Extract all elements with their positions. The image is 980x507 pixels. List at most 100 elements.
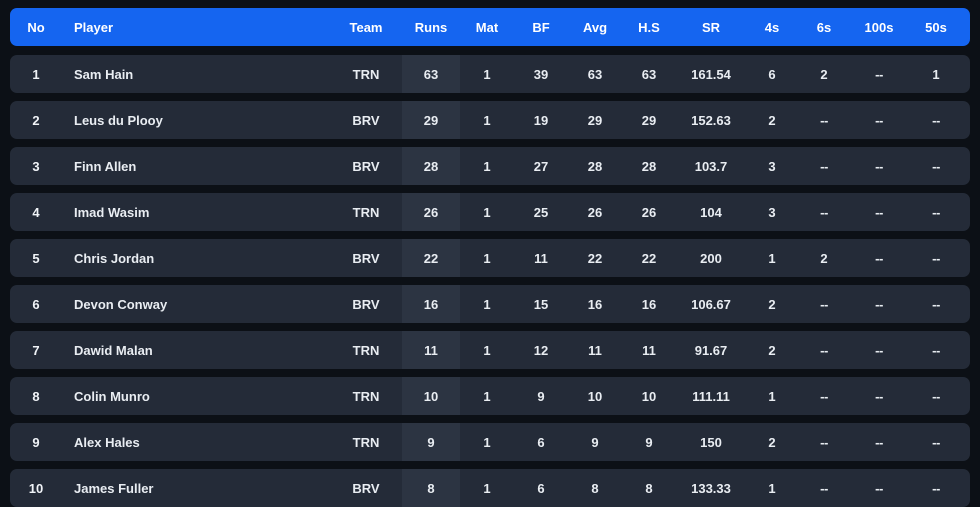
cell-avg: 22 (587, 250, 603, 266)
cell-player[interactable]: Alex Hales (62, 423, 330, 461)
cell-team[interactable]: TRN (330, 193, 402, 231)
cell-no: 4 (32, 204, 40, 220)
cell-sr: 91.67 (694, 342, 728, 358)
cell-no: 10 (28, 480, 44, 496)
column-header-bf[interactable]: BF (514, 8, 568, 46)
cell-hundreds: -- (875, 342, 883, 358)
table-row[interactable]: 4 Imad Wasim TRN 26 1 25 26 26 104 3 -- -- -- (10, 193, 970, 231)
column-header-hs[interactable]: H.S (622, 8, 676, 46)
cell-avg: 9 (591, 434, 599, 450)
cell-sixes: -- (820, 112, 828, 128)
cell-fifties: 1 (932, 66, 940, 82)
cell-bf: 11 (534, 250, 548, 266)
cell-sr: 111.11 (692, 388, 730, 404)
cell-player[interactable]: Devon Conway (62, 285, 330, 323)
table-row[interactable]: 5 Chris Jordan BRV 22 1 11 22 22 200 1 2 -- -- (10, 239, 970, 277)
column-header-fifties[interactable]: 50s (908, 8, 964, 46)
cell-sr: 106.67 (691, 296, 731, 312)
column-header-no[interactable]: No (10, 8, 62, 46)
cell-team[interactable]: BRV (330, 147, 402, 185)
cell-hs: 29 (641, 112, 657, 128)
cell-team[interactable]: BRV (330, 101, 402, 139)
column-header-sr[interactable]: SR (676, 8, 746, 46)
column-header-runs[interactable]: Runs (402, 8, 460, 46)
cell-team[interactable]: TRN (330, 423, 402, 461)
cell-bf: 9 (537, 388, 545, 404)
cell-hundreds: -- (875, 158, 883, 174)
cell-hs: 11 (642, 342, 656, 358)
column-header-fours[interactable]: 4s (746, 8, 798, 46)
cell-sr: 133.33 (691, 480, 731, 496)
cell-mat: 1 (483, 480, 491, 496)
cell-player[interactable]: Finn Allen (62, 147, 330, 185)
cell-team[interactable]: BRV (330, 239, 402, 277)
cell-hs: 26 (641, 204, 657, 220)
cell-sixes: -- (820, 204, 828, 220)
cell-no: 7 (32, 342, 40, 358)
cell-fifties: -- (932, 480, 940, 496)
cell-bf: 12 (533, 342, 549, 358)
cell-fours: 6 (768, 66, 776, 82)
cell-sixes: 2 (820, 250, 828, 266)
cell-no: 6 (32, 296, 40, 312)
cell-sr: 104 (700, 204, 722, 220)
cell-mat: 1 (483, 158, 491, 174)
cell-bf: 39 (533, 66, 549, 82)
cell-bf: 6 (537, 434, 545, 450)
cell-player[interactable]: James Fuller (62, 469, 330, 507)
column-header-sixes[interactable]: 6s (798, 8, 850, 46)
table-row[interactable]: 10 James Fuller BRV 8 1 6 8 8 133.33 1 -- -- -- (10, 469, 970, 507)
cell-team[interactable]: BRV (330, 285, 402, 323)
cell-team[interactable]: TRN (330, 55, 402, 93)
cell-hundreds: -- (875, 112, 883, 128)
cell-runs: 8 (402, 469, 460, 507)
cell-team[interactable]: TRN (330, 377, 402, 415)
cell-player[interactable]: Imad Wasim (62, 193, 330, 231)
column-header-mat[interactable]: Mat (460, 8, 514, 46)
cell-runs: 29 (402, 101, 460, 139)
column-header-avg[interactable]: Avg (568, 8, 622, 46)
table-row[interactable]: 9 Alex Hales TRN 9 1 6 9 9 150 2 -- -- -- (10, 423, 970, 461)
cell-bf: 15 (533, 296, 549, 312)
cell-sr: 152.63 (691, 112, 731, 128)
cell-fifties: -- (932, 158, 940, 174)
cell-hundreds: -- (875, 296, 883, 312)
cell-hundreds: -- (875, 434, 883, 450)
cell-avg: 16 (587, 296, 603, 312)
table-row[interactable]: 7 Dawid Malan TRN 11 1 12 11 11 91.67 2 -- -- -- (10, 331, 970, 369)
cell-fours: 2 (768, 434, 776, 450)
column-header-hundreds[interactable]: 100s (850, 8, 908, 46)
cell-fours: 3 (768, 158, 776, 174)
column-header-team[interactable]: Team (330, 8, 402, 46)
table-row[interactable]: 2 Leus du Plooy BRV 29 1 19 29 29 152.63 2 -- -- -- (10, 101, 970, 139)
cell-sixes: 2 (820, 66, 828, 82)
cell-fifties: -- (932, 204, 940, 220)
cell-sixes: -- (820, 158, 828, 174)
cell-player[interactable]: Leus du Plooy (62, 101, 330, 139)
cell-hundreds: -- (875, 204, 883, 220)
table-row[interactable]: 1 Sam Hain TRN 63 1 39 63 63 161.54 6 2 -- 1 (10, 55, 970, 93)
cell-hs: 9 (645, 434, 653, 450)
cell-avg: 8 (591, 480, 599, 496)
cell-sixes: -- (820, 342, 828, 358)
cell-fours: 2 (768, 112, 776, 128)
table-row[interactable]: 6 Devon Conway BRV 16 1 15 16 16 106.67 2 -- -- -- (10, 285, 970, 323)
cell-fours: 1 (768, 388, 776, 404)
cell-team[interactable]: TRN (330, 331, 402, 369)
cell-player[interactable]: Dawid Malan (62, 331, 330, 369)
cell-mat: 1 (483, 66, 491, 82)
cell-player[interactable]: Colin Munro (62, 377, 330, 415)
cell-runs: 9 (402, 423, 460, 461)
column-header-player[interactable]: Player (62, 8, 330, 46)
table-row[interactable]: 8 Colin Munro TRN 10 1 9 10 10 111.11 1 -- -- -- (10, 377, 970, 415)
table-row[interactable]: 3 Finn Allen BRV 28 1 27 28 28 103.7 3 -- -- -- (10, 147, 970, 185)
cell-fifties: -- (932, 342, 940, 358)
cell-bf: 19 (533, 112, 549, 128)
cell-player[interactable]: Sam Hain (62, 55, 330, 93)
cell-hs: 8 (645, 480, 653, 496)
cell-team[interactable]: BRV (330, 469, 402, 507)
cell-no: 1 (32, 66, 40, 82)
cell-player[interactable]: Chris Jordan (62, 239, 330, 277)
cell-no: 9 (32, 434, 40, 450)
cell-no: 8 (32, 388, 40, 404)
